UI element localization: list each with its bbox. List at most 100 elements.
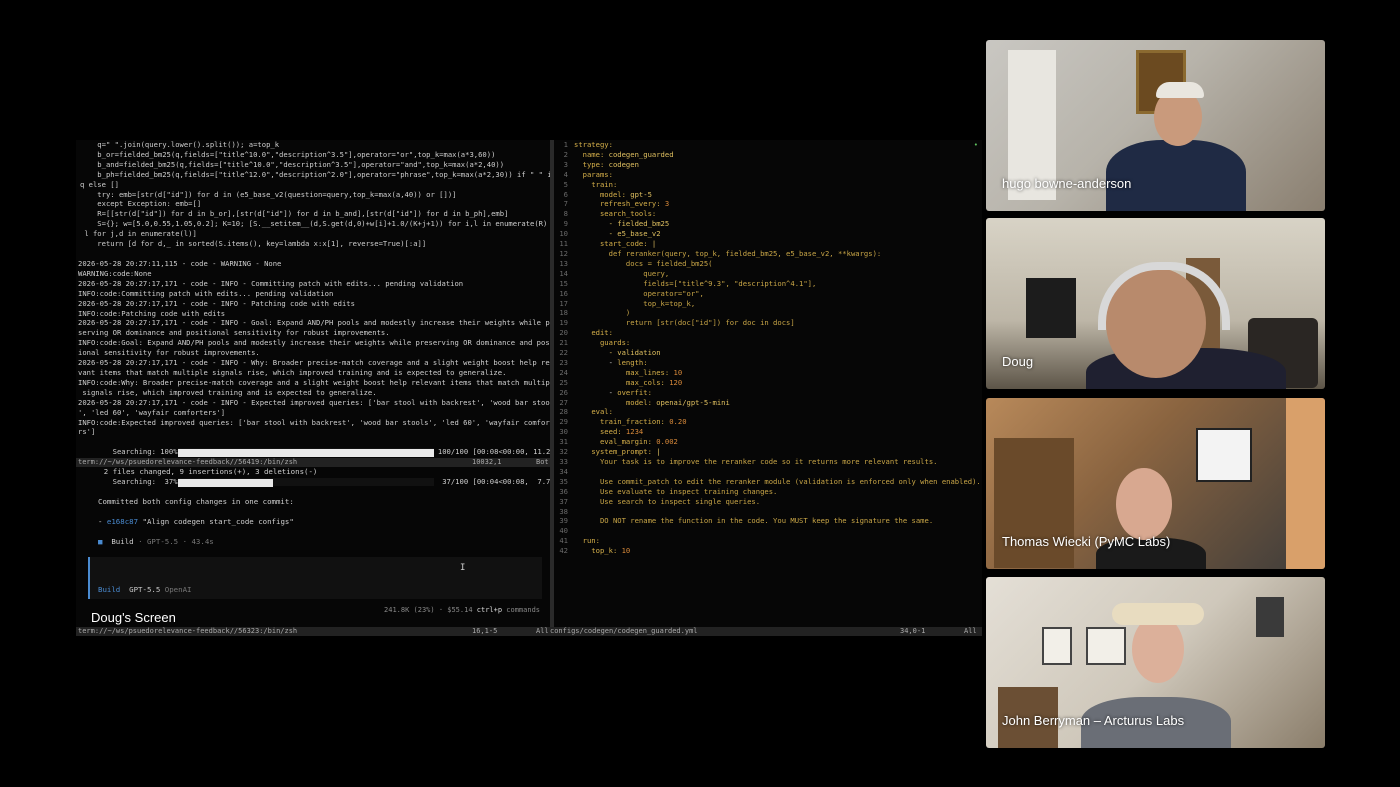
- video-tile-thomas[interactable]: Thomas Wiecki (PyMC Labs): [986, 398, 1325, 569]
- line-text: seed: 1234: [599, 427, 644, 437]
- yaml-line: 26 - overfit:: [554, 388, 981, 398]
- yaml-editor-pane[interactable]: 1 strategy: 2 name: codegen_guarded 3 type:…: [554, 140, 982, 628]
- yaml-line: 9 - fielded_bm25: [554, 219, 981, 229]
- participant-name: John Berryman – Arcturus Labs: [1002, 713, 1185, 728]
- line-text: eval:: [591, 407, 613, 417]
- log-line: serving OR dominance and positional sens…: [78, 328, 390, 338]
- line-text: def reranker(query, top_k, fielded_bm25,…: [574, 248, 882, 258]
- line-number: 41: [559, 536, 568, 546]
- yaml-line: 27 model: openai/gpt-5-mini: [554, 398, 981, 408]
- log-line: WARNING:code:None: [78, 268, 152, 278]
- yaml-line: 21 guards:: [554, 338, 981, 348]
- line-number: 3: [563, 159, 568, 169]
- line-number: 24: [559, 367, 568, 377]
- progress-track: [177, 448, 434, 458]
- share-caption: Doug's Screen: [91, 610, 176, 625]
- yaml-line: 29 train_fraction: 0.20: [554, 417, 981, 427]
- code-line: q=" ".join(query.lower().split()); a=top…: [80, 140, 280, 149]
- prompt-input[interactable]: I Build GPT-5.5 OpenAI: [88, 557, 542, 599]
- yaml-line: 23 - length:: [554, 358, 981, 368]
- line-text: search_tools:: [599, 209, 657, 219]
- yaml-line: 38: [554, 507, 981, 517]
- yaml-line: 33 Your task is to improve the reranker …: [554, 457, 981, 467]
- line-number: 18: [559, 308, 568, 318]
- line-number: 4: [563, 169, 568, 179]
- yaml-line: 35 Use commit_patch to edit the reranker…: [554, 476, 981, 487]
- line-text: train:: [591, 179, 618, 189]
- yaml-file: 1 strategy: 2 name: codegen_guarded 3 type:…: [554, 140, 981, 556]
- participant-name: Doug: [1002, 354, 1034, 369]
- line-number: 36: [559, 486, 568, 496]
- line-text: model: gpt-5: [599, 189, 652, 199]
- line-number: 7: [563, 199, 568, 209]
- yaml-line: 2 name: codegen_guarded: [554, 150, 981, 160]
- opencode-panel: 2 files changed, 9 insertions(+), 3 dele…: [76, 467, 550, 627]
- yaml-line: 3 type: codegen: [554, 160, 981, 170]
- right-status-file: configs/codegen/codegen_guarded.yml: [550, 627, 698, 635]
- log-line: 2026-05-28 20:27:11,115 - code - WARNING…: [78, 259, 282, 268]
- tmux-status-bar: term://~/ws/psuedorelevance-feedback//56…: [76, 458, 550, 467]
- line-number: 32: [559, 447, 568, 457]
- line-number: 16: [559, 288, 568, 298]
- log-line: 2026-05-28 20:27:17,171 - code - INFO - …: [78, 278, 464, 288]
- bottom-status-bar: term://~/ws/psuedorelevance-feedback//56…: [76, 627, 982, 636]
- line-text: ): [574, 308, 631, 318]
- build-model: GPT-5.5: [146, 537, 179, 546]
- code-line: q else []: [80, 179, 119, 189]
- line-number: 10: [559, 229, 568, 239]
- line-number: 38: [559, 506, 568, 516]
- yaml-line: 12 def reranker(query, top_k, fielded_bm…: [554, 249, 981, 259]
- line-number: 11: [559, 239, 568, 249]
- line-text: run:: [582, 536, 600, 546]
- line-text: Use search to inspect single queries.: [574, 496, 761, 506]
- video-tile-hugo[interactable]: hugo bowne-anderson: [986, 40, 1325, 211]
- input-model[interactable]: GPT-5.5: [129, 585, 160, 594]
- log-line: ional sensitivity for robust improvement…: [78, 348, 260, 358]
- left-status-position: 16,1-5: [472, 627, 498, 635]
- log-line: 2026-05-28 20:27:17,171 - code - INFO - …: [78, 397, 550, 407]
- right-status-scroll: All: [964, 627, 977, 635]
- line-text: strategy:: [574, 140, 613, 149]
- log-line: INFO:code:Why: Broader precise-match cov…: [78, 377, 550, 387]
- line-number: 5: [563, 179, 568, 189]
- yaml-line: 31 eval_margin: 0.002: [554, 437, 981, 447]
- yaml-line: 24 max_lines: 10: [554, 368, 981, 378]
- line-number: 26: [559, 387, 568, 397]
- video-tile-john[interactable]: John Berryman – Arcturus Labs: [986, 577, 1325, 748]
- usage-stats: 241.8K (23%) · $55.14: [384, 606, 473, 614]
- shortcut-label: commands: [506, 606, 540, 614]
- build-label: Build: [111, 537, 134, 546]
- reranker-code: q=" ".join(query.lower().split()); a=top…: [76, 140, 550, 249]
- input-mode[interactable]: Build: [98, 585, 120, 594]
- line-text: - validation: [574, 348, 661, 358]
- left-terminal-pane[interactable]: q=" ".join(query.lower().split()); a=top…: [76, 140, 550, 628]
- line-text: top_k: 10: [591, 546, 631, 556]
- text-cursor-icon: I: [460, 563, 466, 573]
- line-number: 30: [559, 427, 568, 437]
- commit-title: "Align codegen start_code configs": [142, 517, 294, 526]
- log-line: 2026-05-28 20:27:17,171 - code - INFO - …: [78, 318, 550, 328]
- build-square-icon: ■: [98, 537, 103, 546]
- yaml-line: 15 fields=["title^9.3", "description^4.1…: [554, 279, 981, 289]
- line-text: params:: [582, 169, 613, 179]
- line-number: 37: [559, 496, 568, 506]
- yaml-line: 18 ): [554, 308, 981, 318]
- yaml-line: 17 top_k=top_k,: [554, 299, 981, 309]
- line-text: top_k=top_k,: [574, 298, 696, 308]
- line-text: Use commit_patch to edit the reranker mo…: [574, 476, 981, 486]
- line-text: return [str(doc["id"]) for doc in docs]: [574, 318, 795, 328]
- log-line: ', 'led 60', 'wayfair comforters']: [78, 407, 226, 417]
- yaml-line: 5 train:: [554, 180, 981, 190]
- line-number: 19: [559, 318, 568, 328]
- video-tile-doug[interactable]: Doug: [986, 218, 1325, 389]
- status-scroll: Bot: [536, 458, 549, 466]
- code-line: return [d for d,_ in sorted(S.items(), k…: [80, 239, 427, 249]
- line-number: 2: [563, 149, 568, 159]
- log-line: INFO:code:Goal: Expand AND/PH pools and …: [78, 338, 550, 348]
- line-number: 35: [559, 476, 568, 486]
- files-changed-text: 2 files changed, 9 insertions(+), 3 dele…: [86, 467, 318, 476]
- yaml-line: 39 DO NOT rename the function in the cod…: [554, 516, 981, 526]
- line-number: 9: [563, 219, 568, 229]
- line-number: 40: [559, 526, 568, 536]
- line-number: 21: [559, 338, 568, 348]
